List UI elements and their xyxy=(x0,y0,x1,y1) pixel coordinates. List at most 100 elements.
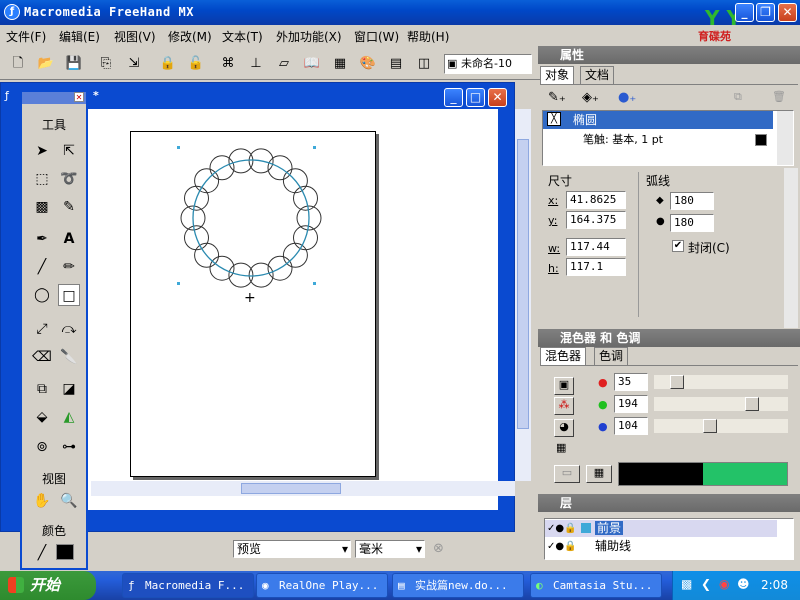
add-fill-icon[interactable]: ◈₊ xyxy=(582,90,599,105)
tab-tint[interactable]: 色调 xyxy=(594,347,629,365)
knife-icon[interactable]: 🔪 xyxy=(58,346,80,368)
cmyk-mode-icon[interactable]: ▣ xyxy=(554,377,574,395)
menu-text[interactable]: 文本(T) xyxy=(222,28,263,45)
green-value-field[interactable]: 194 xyxy=(614,395,648,413)
layer-row-guides[interactable]: ✓●🔒 辅助线 xyxy=(545,538,777,555)
vertical-scrollbar[interactable] xyxy=(515,109,531,481)
blue-slider-thumb[interactable] xyxy=(703,419,717,433)
layers-header[interactable]: 层 xyxy=(538,494,800,512)
green-slider[interactable] xyxy=(654,397,788,411)
add-to-swatches-icon[interactable]: ▭ xyxy=(554,465,580,483)
doc-minimize-button[interactable]: _ xyxy=(444,88,463,107)
hls-mode-icon[interactable]: ◕ xyxy=(554,419,574,437)
tab-object[interactable]: 对象 xyxy=(540,66,575,84)
scroll-thumb-vertical[interactable] xyxy=(517,139,529,429)
menu-view[interactable]: 视图(V) xyxy=(114,28,156,45)
mixer-header[interactable]: 混色器 和 色调 xyxy=(538,329,800,347)
horizontal-scrollbar[interactable] xyxy=(91,481,515,496)
attribute-row-ellipse[interactable]: ╳ 椭圆 xyxy=(543,111,773,129)
task-freehand[interactable]: ƒ Macromedia F... xyxy=(122,573,254,598)
attribute-scrollbar[interactable] xyxy=(777,111,793,165)
swatches-icon[interactable]: ▦ xyxy=(330,54,350,74)
eyedropper-icon[interactable]: ✎ xyxy=(58,196,80,218)
menu-edit[interactable]: 编辑(E) xyxy=(59,28,100,45)
tools-close-icon[interactable]: ✕ xyxy=(74,92,84,102)
import-icon[interactable]: ⎘ xyxy=(96,54,116,74)
arc-start-field[interactable]: 180 xyxy=(670,192,714,210)
transform-icon[interactable]: ▱ xyxy=(274,54,294,74)
blue-slider[interactable] xyxy=(654,419,788,433)
lasso-icon[interactable]: ➰ xyxy=(58,168,80,190)
task-camtasia[interactable]: ◐ Camtasia Stu... xyxy=(530,573,662,598)
menu-window[interactable]: 窗口(W) xyxy=(354,28,399,45)
new-file-icon[interactable]: 🗋 xyxy=(8,54,28,74)
unlock-icon[interactable]: 🔓 xyxy=(186,54,206,74)
tab-mixer[interactable]: 混色器 xyxy=(540,347,587,365)
close-button[interactable]: ✕ xyxy=(778,3,797,22)
visible-check-icon[interactable]: ✓●🔒 xyxy=(547,520,577,537)
clock[interactable]: 2:08 xyxy=(761,578,788,592)
system-color-icon[interactable]: ▦ xyxy=(556,441,566,454)
scroll-thumb-horizontal[interactable] xyxy=(241,483,341,494)
color-wheel-icon[interactable]: 🎨 xyxy=(358,54,378,74)
extrude-icon[interactable]: ◪ xyxy=(58,378,80,400)
fill-color-swatch[interactable] xyxy=(56,544,74,560)
page-tool-icon[interactable]: ⬚ xyxy=(31,168,53,190)
subselect-icon[interactable]: ⇱ xyxy=(58,140,80,162)
visible-check-icon[interactable]: ✓●🔒 xyxy=(547,538,577,555)
pen-icon[interactable]: ✒ xyxy=(31,228,53,250)
save-icon[interactable]: 💾 xyxy=(64,54,84,74)
trace-icon[interactable]: ▩ xyxy=(31,196,53,218)
menu-file[interactable]: 文件(F) xyxy=(6,28,46,45)
task-realone[interactable]: ◉ RealOne Play... xyxy=(256,573,388,598)
duplicate-icon[interactable]: ⧉ xyxy=(734,90,742,104)
link-icon[interactable]: ⊚ xyxy=(31,436,53,458)
green-slider-thumb[interactable] xyxy=(745,397,759,411)
library-icon[interactable]: 📖 xyxy=(302,54,322,74)
group-icon[interactable]: ⌘ xyxy=(218,54,238,74)
stroke-color-swatch[interactable] xyxy=(755,134,767,146)
x-field[interactable]: 41.8625 xyxy=(566,191,626,209)
maximize-button[interactable]: ❐ xyxy=(756,3,775,22)
export-icon[interactable]: ⇲ xyxy=(124,54,144,74)
tab-document[interactable]: 文档 xyxy=(580,66,615,84)
blend-icon[interactable]: ⧉ xyxy=(31,378,53,400)
view-mode-select[interactable]: 预览 ▾ xyxy=(233,540,351,558)
attribute-list[interactable]: ╳ 椭圆 笔触: 基本, 1 pt xyxy=(542,110,794,166)
attribute-row-stroke[interactable]: 笔触: 基本, 1 pt xyxy=(543,131,773,149)
tray-network-icon[interactable]: ☻ xyxy=(737,577,750,591)
red-slider-thumb[interactable] xyxy=(670,375,684,389)
delete-icon[interactable]: 🗑 xyxy=(772,90,786,103)
tray-arrow-icon[interactable]: ❮ xyxy=(701,577,711,591)
properties-scrollbar[interactable] xyxy=(784,168,798,328)
grid-icon[interactable]: ▤ xyxy=(386,54,406,74)
layers-list[interactable]: ✓●🔒 前景 ✓●🔒 辅助线 xyxy=(544,518,794,560)
arc-end-field[interactable]: 180 xyxy=(670,214,714,232)
properties-header[interactable]: 属性 xyxy=(538,46,800,64)
document-selector[interactable]: ▣ 未命名-10 xyxy=(444,54,532,74)
pencil-icon[interactable]: ✏ xyxy=(58,256,80,278)
layer-row-foreground[interactable]: ✓●🔒 前景 xyxy=(545,520,777,537)
lock-icon[interactable]: 🔒 xyxy=(158,54,178,74)
ellipse-artwork[interactable]: + xyxy=(131,132,377,478)
perspective-icon[interactable]: ⬙ xyxy=(31,406,53,428)
add-stroke-icon[interactable]: ✎₊ xyxy=(548,90,566,105)
drawing-canvas[interactable]: + xyxy=(23,109,531,510)
w-field[interactable]: 117.44 xyxy=(566,238,626,256)
h-field[interactable]: 117.1 xyxy=(566,258,626,276)
doc-close-button[interactable]: ✕ xyxy=(488,88,507,107)
scale-icon[interactable]: ⤢ xyxy=(31,318,53,340)
doc-maximize-button[interactable]: □ xyxy=(466,88,485,107)
red-slider[interactable] xyxy=(654,375,788,389)
closed-checkbox[interactable]: ✔ xyxy=(672,240,684,252)
rgb-mode-icon[interactable]: ⁂ xyxy=(554,397,574,415)
units-select[interactable]: 毫米 ▾ xyxy=(355,540,425,558)
menu-xtras[interactable]: 外加功能(X) xyxy=(276,28,342,45)
layers-icon[interactable]: ◫ xyxy=(414,54,434,74)
add-effect-icon[interactable]: ●₊ xyxy=(618,90,636,105)
stroke-color-icon[interactable]: ╱ xyxy=(31,542,53,564)
connector-icon[interactable]: ⊶ xyxy=(58,436,80,458)
eraser-icon[interactable]: ⌫ xyxy=(31,346,53,368)
start-button[interactable]: 开始 xyxy=(0,571,96,600)
tray-media-icon[interactable]: ◉ xyxy=(719,577,729,591)
